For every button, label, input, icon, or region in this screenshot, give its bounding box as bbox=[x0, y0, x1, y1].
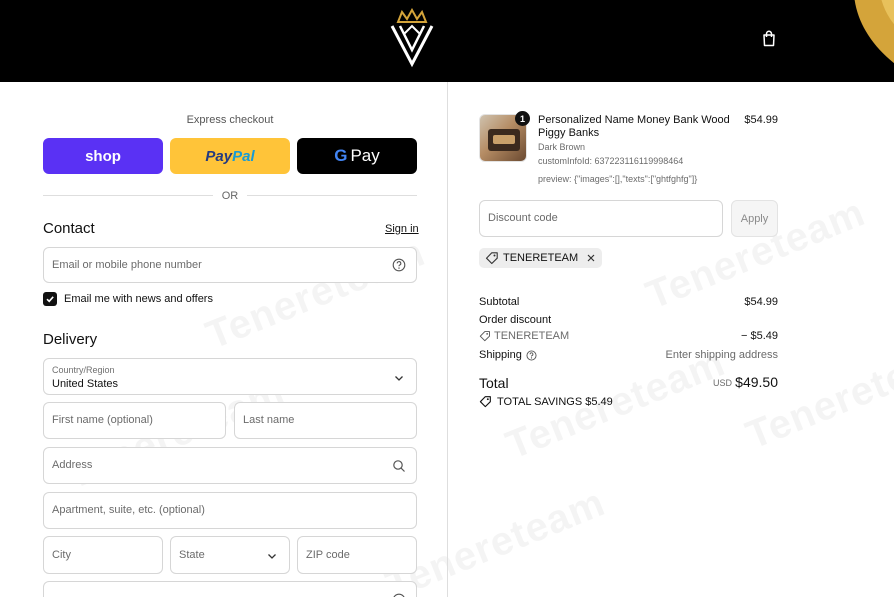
decorative-wing-graphic bbox=[854, 0, 894, 64]
crown-w-logo[interactable] bbox=[388, 8, 436, 68]
last-name-field[interactable]: Last name bbox=[234, 402, 417, 439]
product-preview: preview: {"images":[],"texts":["ghtfghfg… bbox=[538, 174, 698, 184]
google-pay-button[interactable]: G Pay bbox=[297, 138, 417, 174]
discount-code-field[interactable]: Discount code bbox=[479, 200, 723, 237]
chevron-down-icon bbox=[395, 376, 403, 381]
tag-icon bbox=[479, 331, 490, 342]
cart-button[interactable] bbox=[758, 27, 780, 49]
discount-code-row: TENERETEAM bbox=[479, 330, 569, 342]
shopping-bag-icon bbox=[763, 30, 775, 46]
shipping-value: Enter shipping address bbox=[665, 349, 778, 361]
shop-pay-button[interactable]: shop bbox=[43, 138, 163, 174]
apply-discount-button[interactable]: Apply bbox=[731, 200, 778, 237]
shipping-row: Shipping bbox=[479, 349, 537, 361]
store-header bbox=[0, 0, 894, 82]
quantity-badge: 1 bbox=[515, 111, 530, 126]
subtotal-label: Subtotal bbox=[479, 296, 520, 308]
total-value: $49.50 bbox=[735, 374, 778, 390]
paypal-button[interactable]: Pay Pal bbox=[170, 138, 290, 174]
applied-discount-chip: TENERETEAM bbox=[479, 248, 603, 268]
total-label: Total bbox=[479, 375, 509, 391]
product-price: $54.99 bbox=[744, 114, 778, 126]
discount-value: − $5.49 bbox=[740, 330, 778, 342]
newsletter-checkbox[interactable] bbox=[43, 292, 57, 306]
first-name-field[interactable]: First name (optional) bbox=[43, 402, 226, 439]
help-icon[interactable] bbox=[392, 258, 406, 272]
apartment-field[interactable]: Apartment, suite, etc. (optional) bbox=[43, 492, 417, 529]
sign-in-link[interactable]: Sign in bbox=[385, 223, 419, 235]
total-currency: USD bbox=[713, 378, 733, 388]
phone-field[interactable] bbox=[43, 581, 417, 597]
state-select[interactable]: State bbox=[170, 536, 290, 574]
product-title: Personalized Name Money Bank Wood Piggy … bbox=[538, 114, 730, 139]
tag-icon bbox=[479, 396, 491, 408]
country-select[interactable]: Country/Region United States bbox=[43, 358, 417, 395]
zip-code-field[interactable]: ZIP code bbox=[297, 536, 417, 574]
checkmark-icon bbox=[46, 296, 54, 303]
column-divider bbox=[447, 82, 448, 597]
address-field[interactable]: Address bbox=[43, 447, 417, 484]
contact-title: Contact bbox=[43, 220, 95, 237]
product-custom-info: customInfoId: 637223116119998464 bbox=[538, 156, 684, 166]
delivery-title: Delivery bbox=[43, 331, 98, 348]
help-icon[interactable] bbox=[392, 593, 406, 597]
tag-icon bbox=[485, 252, 498, 265]
email-field[interactable]: Email or mobile phone number bbox=[43, 247, 417, 283]
city-field[interactable]: City bbox=[43, 536, 163, 574]
total-savings: TOTAL SAVINGS $5.49 bbox=[479, 395, 613, 408]
chevron-down-icon bbox=[268, 554, 276, 559]
search-icon bbox=[393, 460, 405, 472]
order-discount-label: Order discount bbox=[479, 314, 552, 326]
subtotal-value: $54.99 bbox=[744, 296, 778, 308]
product-variant: Dark Brown bbox=[538, 142, 586, 152]
or-separator: OR bbox=[43, 189, 417, 203]
google-g-icon: G bbox=[334, 146, 348, 165]
help-icon[interactable] bbox=[526, 349, 537, 361]
remove-discount-icon[interactable] bbox=[586, 253, 596, 263]
newsletter-checkbox-row[interactable]: Email me with news and offers bbox=[43, 292, 213, 306]
express-checkout-label: Express checkout bbox=[186, 114, 274, 126]
